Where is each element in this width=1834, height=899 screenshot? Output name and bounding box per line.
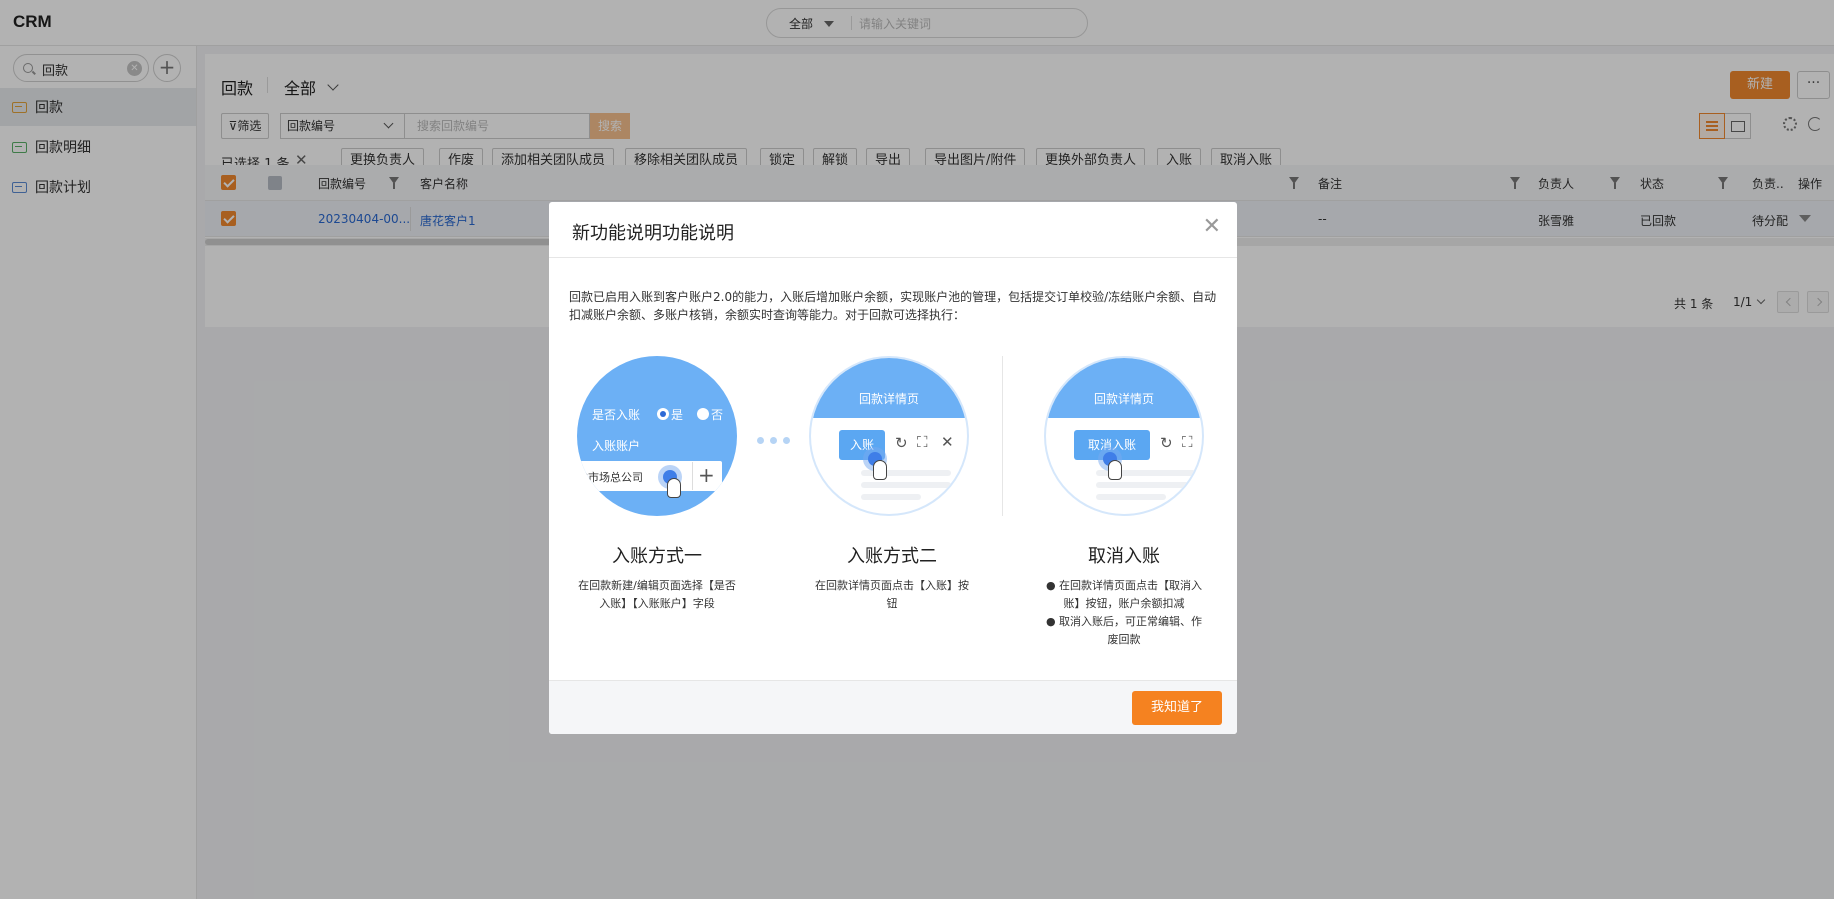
step-description: 在回款新建/编辑页面选择【是否入账】【入账账户】字段 <box>578 579 736 610</box>
illustration-cancel-posting: 回款详情页 取消入账 ↻ ⛶ <box>1044 356 1204 516</box>
close-icon: ✕ <box>941 433 954 451</box>
step-title: 入账方式一 <box>612 546 702 567</box>
step-description: ● 在回款详情页面点击【取消入账】按钮，账户余额扣减 ● 取消入账后，可正常编辑… <box>1045 579 1203 646</box>
illustration-method-one: 是否入账 是 否 入账账户 发市场总公司 + <box>577 356 737 516</box>
step-title: 入账方式二 <box>847 546 937 567</box>
pointer-hand-icon <box>667 478 681 498</box>
dialog-title: 新功能说明功能说明 <box>572 223 734 244</box>
dots-icon <box>757 437 791 445</box>
dialog-description: 回款已启用入账到客户账户2.0的能力，入账后增加账户余额，实现账户池的管理，包括… <box>569 290 1217 322</box>
pointer-hand-icon <box>873 460 887 480</box>
pointer-hand-icon <box>1108 460 1122 480</box>
illustration-method-two: 回款详情页 入账 ↻ ⛶ ✕ <box>809 356 969 516</box>
expand-icon: ⛶ <box>1182 433 1193 451</box>
feature-intro-dialog: 新功能说明功能说明 ✕ 回款已启用入账到客户账户2.0的能力，入账后增加账户余额… <box>549 202 1237 734</box>
step-description: 在回款详情页面点击【入账】按钮 <box>815 579 969 610</box>
got-it-button[interactable]: 我知道了 <box>1132 691 1222 725</box>
radio-selected-icon <box>657 408 669 420</box>
plus-icon: + <box>698 463 715 487</box>
radio-icon <box>697 408 709 420</box>
dialog-footer: 我知道了 <box>549 680 1237 734</box>
close-icon[interactable]: ✕ <box>1203 216 1221 238</box>
step-title: 取消入账 <box>1088 546 1160 567</box>
expand-icon: ⛶ <box>917 433 928 451</box>
refresh-icon: ↻ <box>1160 434 1173 452</box>
refresh-icon: ↻ <box>895 434 908 452</box>
